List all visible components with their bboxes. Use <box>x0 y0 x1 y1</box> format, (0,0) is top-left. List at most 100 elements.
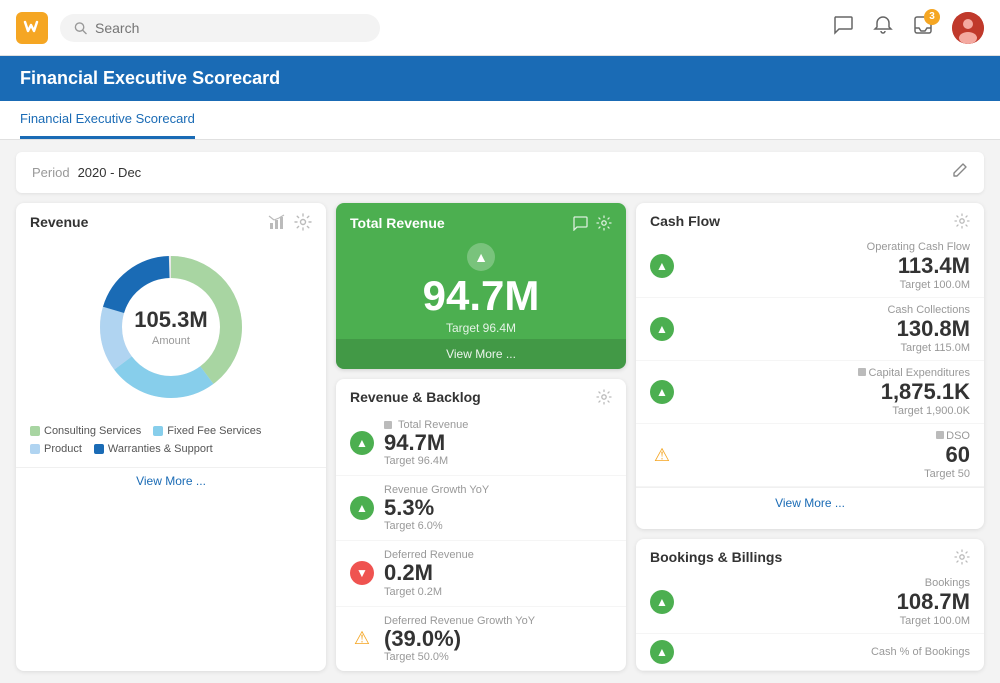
bb-metric-info-1: Cash % of Bookings <box>684 646 970 658</box>
up-arrow-icon: ▲ <box>650 317 674 341</box>
cf-metric-target-2: Target 1,900.0K <box>684 405 970 417</box>
bookings-billings-title: Bookings & Billings <box>650 549 782 565</box>
cf-metric-value-2: 1,875.1K <box>684 379 970 405</box>
up-arrow-icon: ▲ <box>650 380 674 404</box>
bookings-billings-card: Bookings & Billings ▲ Bookings 108.7M Ta… <box>636 539 984 671</box>
cf-metric-info-1: Cash Collections 130.8M Target 115.0M <box>684 304 970 354</box>
logo[interactable] <box>16 12 48 44</box>
gear-small-icon[interactable] <box>596 215 612 231</box>
rb-metric-row-1: ▲ Revenue Growth YoY 5.3% Target 6.0% <box>336 476 626 541</box>
cf-metric-label-2: Capital Expenditures <box>684 367 970 379</box>
rb-metric-row-0: ▲ Total Revenue 94.7M Target 96.4M <box>336 411 626 476</box>
inbox-icon[interactable]: 3 <box>912 14 934 42</box>
rb-metric-value-0: 94.7M <box>384 431 612 455</box>
search-input[interactable] <box>95 20 366 36</box>
page-title: Financial Executive Scorecard <box>20 68 980 89</box>
bb-metric-target-0: Target 100.0M <box>684 615 970 627</box>
rb-metric-icon-3: ⚠ <box>350 627 374 651</box>
cf-metric-row-0: ▲ Operating Cash Flow 113.4M Target 100.… <box>636 235 984 298</box>
cf-metric-target-3: Target 50 <box>684 468 970 480</box>
right-column: Cash Flow ▲ Operating Cash Flow 113.4M T… <box>636 203 984 671</box>
revenue-backlog-card: Revenue & Backlog ▲ Total Revenue 94.7M … <box>336 379 626 671</box>
tab-bar: Financial Executive Scorecard <box>0 101 1000 140</box>
revenue-backlog-icons[interactable] <box>596 389 612 405</box>
rb-metric-info-0: Total Revenue 94.7M Target 96.4M <box>384 419 612 467</box>
cf-metric-value-1: 130.8M <box>684 316 970 342</box>
cf-metric-row-2: ▲ Capital Expenditures 1,875.1K Target 1… <box>636 361 984 424</box>
donut-chart: 105.3M Amount <box>91 247 251 407</box>
bb-metric-row-1: ▲ Cash % of Bookings <box>636 634 984 671</box>
up-arrow-icon: ▲ <box>350 431 374 455</box>
revenue-backlog-title: Revenue & Backlog <box>350 389 481 405</box>
gear-icon[interactable] <box>294 213 312 231</box>
revenue-backlog-metrics: ▲ Total Revenue 94.7M Target 96.4M ▲ Rev… <box>336 411 626 671</box>
cf-metric-target-1: Target 115.0M <box>684 342 970 354</box>
revenue-backlog-header: Revenue & Backlog <box>336 379 626 411</box>
rb-metric-info-1: Revenue Growth YoY 5.3% Target 6.0% <box>384 484 612 532</box>
cf-gear-icon[interactable] <box>954 213 970 229</box>
rb-metric-target-1: Target 6.0% <box>384 520 612 532</box>
up-arrow-icon: ▲ <box>650 590 674 614</box>
total-revenue-icons[interactable] <box>572 215 612 231</box>
total-revenue-title: Total Revenue <box>350 215 445 231</box>
cf-metric-label-1: Cash Collections <box>684 304 970 316</box>
period-label: Period <box>32 165 70 180</box>
rb-metric-info-2: Deferred Revenue 0.2M Target 0.2M <box>384 549 612 597</box>
revenue-legend: Consulting Services Fixed Fee Services P… <box>16 417 326 463</box>
cf-metric-value-0: 113.4M <box>684 253 970 279</box>
bb-gear-icon[interactable] <box>954 549 970 565</box>
cf-metric-label-3: DSO <box>684 430 970 442</box>
up-arrow-icon: ▲ <box>350 496 374 520</box>
avatar[interactable] <box>952 12 984 44</box>
down-arrow-icon: ▼ <box>350 561 374 585</box>
cash-flow-view-more[interactable]: View More ... <box>636 487 984 518</box>
period-value: 2020 - Dec <box>78 165 142 180</box>
chat-small-icon[interactable] <box>572 215 588 231</box>
revenue-title: Revenue <box>30 214 88 230</box>
donut-container: 105.3M Amount <box>16 237 326 417</box>
cash-flow-title: Cash Flow <box>650 213 720 229</box>
revenue-card-header: Revenue <box>16 203 326 237</box>
revenue-card-icons[interactable] <box>268 213 312 231</box>
cash-flow-metrics: ▲ Operating Cash Flow 113.4M Target 100.… <box>636 235 984 487</box>
total-revenue-card: Total Revenue ▲ 94.7M Target 96. <box>336 203 626 369</box>
cf-metric-value-3: 60 <box>684 442 970 468</box>
bb-metric-label-0: Bookings <box>684 577 970 589</box>
legend-warranties-label: Warranties & Support <box>108 443 213 455</box>
period-row: Period 2020 - Dec <box>16 152 984 193</box>
bell-icon[interactable] <box>872 14 894 42</box>
bookings-billings-icons[interactable] <box>954 549 970 565</box>
total-revenue-arrow-icon: ▲ <box>467 243 495 271</box>
warning-icon: ⚠ <box>650 443 674 467</box>
revenue-view-more[interactable]: View More ... <box>16 467 326 494</box>
cf-metric-icon-0: ▲ <box>650 254 674 278</box>
search-bar[interactable] <box>60 14 380 42</box>
tab-financial-executive-scorecard[interactable]: Financial Executive Scorecard <box>20 101 195 139</box>
cf-metric-info-2: Capital Expenditures 1,875.1K Target 1,9… <box>684 367 970 417</box>
edit-icon[interactable] <box>952 162 968 183</box>
page-header: Financial Executive Scorecard <box>0 56 1000 101</box>
rb-metric-target-3: Target 50.0% <box>384 651 612 663</box>
bookings-billings-metrics: ▲ Bookings 108.7M Target 100.0M ▲ Cash %… <box>636 571 984 671</box>
chart-icon[interactable] <box>268 213 286 231</box>
top-nav: 3 <box>0 0 1000 56</box>
legend-fixed: Fixed Fee Services <box>153 425 261 437</box>
rb-metric-value-3: (39.0%) <box>384 627 612 651</box>
up-arrow-icon: ▲ <box>650 640 674 664</box>
cf-metric-icon-3: ⚠ <box>650 443 674 467</box>
nav-icons: 3 <box>832 12 984 44</box>
cf-metric-row-3: ⚠ DSO 60 Target 50 <box>636 424 984 487</box>
cash-flow-header: Cash Flow <box>636 203 984 235</box>
rb-metric-row-2: ▼ Deferred Revenue 0.2M Target 0.2M <box>336 541 626 606</box>
bb-metric-info-0: Bookings 108.7M Target 100.0M <box>684 577 970 627</box>
cash-flow-icons[interactable] <box>954 213 970 229</box>
cf-metric-icon-1: ▲ <box>650 317 674 341</box>
chat-icon[interactable] <box>832 14 854 42</box>
donut-amount: 105.3M <box>134 307 207 333</box>
rb-metric-value-2: 0.2M <box>384 561 612 585</box>
backlog-gear-icon[interactable] <box>596 389 612 405</box>
total-revenue-view-more[interactable]: View More ... <box>336 339 626 369</box>
cf-metric-row-1: ▲ Cash Collections 130.8M Target 115.0M <box>636 298 984 361</box>
bookings-billings-header: Bookings & Billings <box>636 539 984 571</box>
revenue-card: Revenue <box>16 203 326 671</box>
